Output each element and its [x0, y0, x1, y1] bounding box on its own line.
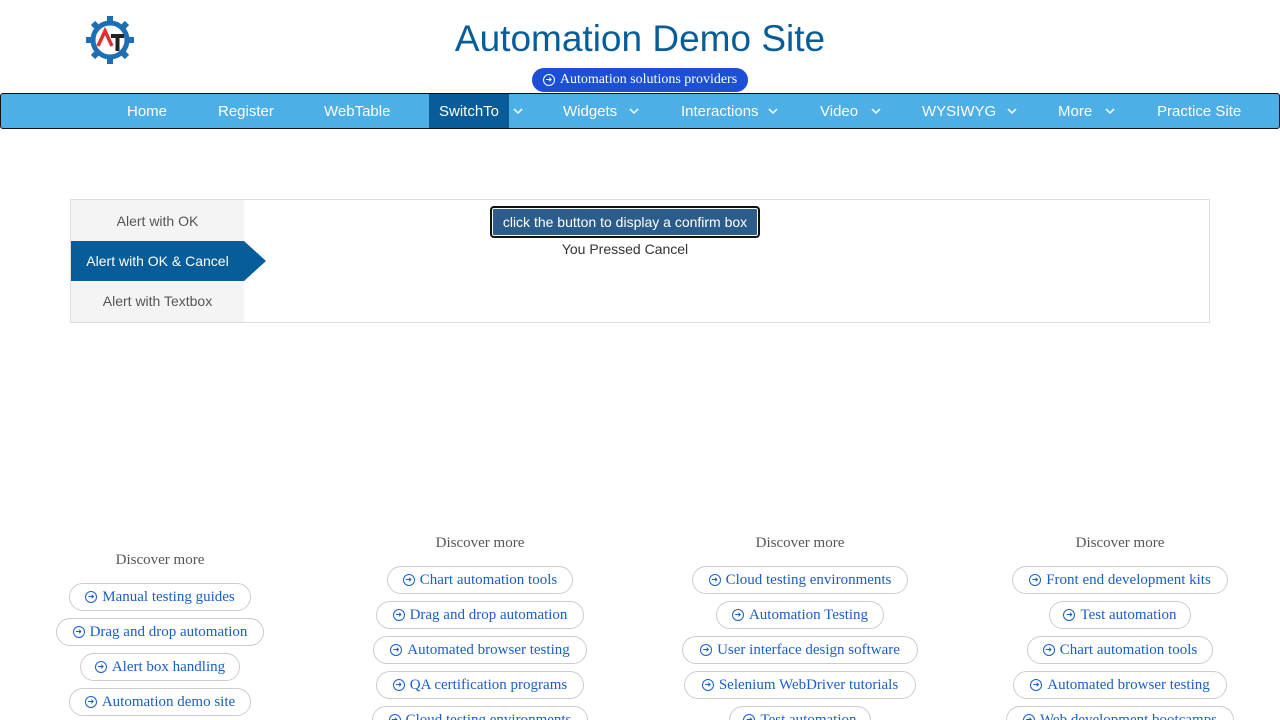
discover-link[interactable]: ➜ Drag and drop automation [56, 618, 264, 646]
arrow-circle-icon: ➜ [700, 644, 713, 656]
discover-heading: Discover more [1075, 535, 1165, 551]
nav-interactions[interactable]: Interactions [681, 94, 759, 128]
discover-column-4: Discover more [960, 535, 1280, 552]
discover-link[interactable]: ➜ Cloud testing environments [372, 706, 588, 720]
discover-link[interactable]: ➜ Manual testing guides [69, 583, 251, 611]
chevron-down-icon[interactable] [1101, 94, 1119, 128]
discover-link[interactable]: ➜ Cloud testing environments [692, 566, 908, 594]
arrow-circle-icon: ➜ [94, 661, 107, 673]
arrow-circle-icon: ➜ [84, 696, 97, 708]
arrow-circle-icon: ➜ [392, 609, 405, 621]
discover-link[interactable]: ➜ Chart automation tools [1027, 636, 1213, 664]
arrow-circle-icon: ➜ [1022, 714, 1035, 720]
arrow-circle-icon: ➜ [1063, 609, 1076, 621]
discover-link[interactable]: ➜ Web development bootcamps [1006, 706, 1234, 720]
discover-link[interactable]: ➜ QA certification programs [376, 671, 584, 699]
chevron-down-icon[interactable] [867, 94, 885, 128]
discover-link[interactable]: ➜ Selenium WebDriver tutorials [684, 671, 916, 699]
discover-link[interactable]: ➜ Alert box handling [80, 653, 240, 681]
discover-link[interactable]: ➜ Chart automation tools [387, 566, 573, 594]
nav-widgets[interactable]: Widgets [563, 94, 617, 128]
discover-link[interactable]: ➜ Automated browser testing [1013, 671, 1227, 699]
arrow-circle-icon: ➜ [1029, 574, 1042, 586]
nav-practice-site[interactable]: Practice Site [1157, 94, 1241, 128]
tab-alert-ok[interactable]: Alert with OK [71, 201, 244, 241]
alert-tabs: Alert with OK Alert with OK & Cancel Ale… [71, 200, 266, 322]
discover-link[interactable]: ➜ Drag and drop automation [376, 601, 584, 629]
tab-alert-ok-cancel[interactable]: Alert with OK & Cancel [71, 241, 266, 281]
discover-column-1: Discover more [0, 552, 320, 569]
arrow-circle-icon: ➜ [701, 679, 714, 691]
nav-webtable[interactable]: WebTable [324, 94, 390, 128]
arrow-circle-icon: ➜ [390, 644, 403, 656]
nav-wysiwyg[interactable]: WYSIWYG [922, 94, 996, 128]
arrow-circle-icon: ➜ [85, 591, 98, 603]
arrow-circle-icon: ➜ [731, 609, 744, 621]
arrow-circle-icon: ➜ [1042, 644, 1055, 656]
discover-column-2: Discover more [320, 535, 640, 552]
nav-more[interactable]: More [1058, 94, 1092, 128]
arrow-circle-icon: ➜ [743, 714, 756, 720]
arrow-circle-icon: ➜ [1030, 679, 1043, 691]
chevron-down-icon[interactable] [625, 94, 643, 128]
nav-switchto[interactable]: SwitchTo [429, 94, 509, 128]
main-navbar: Home Register WebTable SwitchTo Widgets … [0, 93, 1280, 129]
arrow-circle-icon: ➜ [72, 626, 85, 638]
discover-link[interactable]: ➜ Test automation [1049, 601, 1191, 629]
confirm-box-button[interactable]: click the button to display a confirm bo… [490, 206, 760, 238]
chevron-down-icon[interactable] [1003, 94, 1021, 128]
chevron-down-icon[interactable] [764, 94, 782, 128]
discover-link[interactable]: ➜ Automation demo site [69, 688, 251, 716]
discover-column-3: Discover more [640, 535, 960, 552]
discover-link[interactable]: ➜ Front end development kits [1012, 566, 1228, 594]
arrow-circle-icon: ➜ [708, 574, 721, 586]
discover-link[interactable]: ➜ Automated browser testing [373, 636, 587, 664]
ad-link-pill[interactable]: ➜ Automation solutions providers [532, 68, 748, 92]
discover-heading: Discover more [115, 552, 205, 568]
arrow-circle-icon: ➜ [392, 679, 405, 691]
site-title: Automation Demo Site [454, 18, 826, 59]
discover-link[interactable]: ➜ User interface design software [682, 636, 918, 664]
discover-heading: Discover more [755, 535, 845, 551]
arrow-circle-icon: ➜ [388, 714, 401, 720]
chevron-down-icon[interactable] [509, 94, 527, 128]
nav-home[interactable]: Home [127, 94, 167, 128]
discover-heading: Discover more [435, 535, 525, 551]
discover-link[interactable]: ➜ Test automation [729, 706, 871, 720]
nav-video[interactable]: Video [820, 94, 858, 128]
nav-register[interactable]: Register [218, 94, 274, 128]
discover-link[interactable]: ➜ Automation Testing [716, 601, 884, 629]
arrow-circle-icon: ➜ [402, 574, 415, 586]
tab-alert-textbox[interactable]: Alert with Textbox [71, 281, 244, 321]
confirm-result-text: You Pressed Cancel [561, 241, 689, 257]
arrow-circle-icon: ➜ [542, 74, 555, 86]
ad-pill-label: Automation solutions providers [559, 72, 738, 87]
